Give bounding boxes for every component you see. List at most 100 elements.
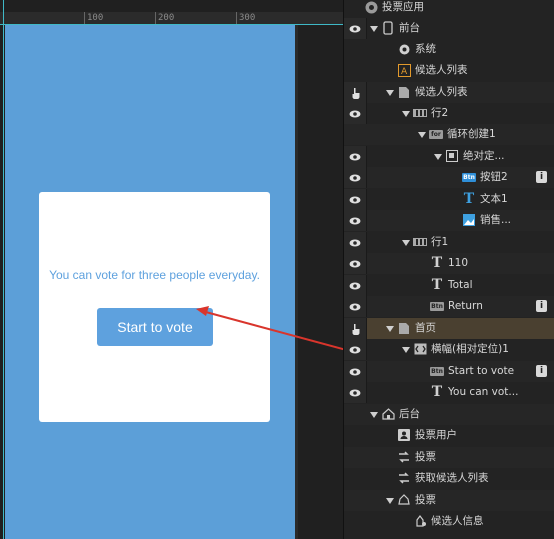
layer-text1[interactable]: T 文本1 (344, 189, 554, 210)
visibility-toggle[interactable] (344, 210, 367, 231)
layer-vote-api[interactable]: 投票 (344, 447, 554, 468)
banner-icon (413, 342, 427, 356)
ruler-tick-100: 100 (87, 13, 104, 23)
layer-label: 销售... (480, 214, 512, 226)
layer-text-110[interactable]: T 110 (344, 253, 554, 274)
layer-label: 投票应用 (382, 1, 424, 13)
layer-vote-group[interactable]: 投票 (344, 490, 554, 511)
layer-panel[interactable]: 投票应用 前台 系统 A 候选人列表 候选人列表 行2 for 循环创建1 绝对… (343, 0, 554, 539)
visibility-toggle[interactable] (344, 232, 367, 253)
expand-arrow-icon[interactable] (370, 412, 378, 418)
ruler-tick-200: 200 (158, 13, 175, 23)
layer-app[interactable]: 投票应用 (344, 0, 554, 18)
layer-candidate-list-page[interactable]: 候选人列表 (344, 82, 554, 103)
start-to-vote-button[interactable]: Start to vote (97, 308, 213, 346)
layer-label: 文本1 (480, 193, 508, 205)
eye-icon (349, 110, 361, 118)
layer-text-total[interactable]: T Total (344, 275, 554, 296)
button-component-icon: Btn (462, 172, 476, 182)
eye-icon (349, 217, 361, 225)
expand-arrow-icon[interactable] (402, 111, 410, 117)
layer-label: 行2 (431, 107, 449, 119)
text-component-icon: T (431, 255, 443, 271)
expand-arrow-icon[interactable] (370, 26, 378, 32)
visibility-toggle[interactable] (344, 296, 367, 317)
layer-candidate-info[interactable]: 候选人信息 (344, 511, 554, 532)
card-text[interactable]: You can vote for three people everyday. (39, 268, 270, 283)
user-table-icon (397, 428, 411, 442)
eye-icon (349, 368, 361, 376)
expand-arrow-icon[interactable] (402, 240, 410, 246)
visibility-toggle[interactable] (344, 103, 367, 124)
visibility-toggle[interactable] (344, 275, 367, 296)
layer-sales[interactable]: 销售... (344, 210, 554, 231)
layer-absolute-position[interactable]: 绝对定... (344, 146, 554, 167)
layer-label: 110 (448, 257, 469, 269)
layer-button2[interactable]: Btn 按钮2 i (344, 167, 554, 188)
hand-pointer-icon (350, 323, 361, 335)
layer-label: 系统 (415, 43, 436, 55)
info-icon[interactable]: i (536, 365, 547, 377)
text-component-icon: T (431, 384, 443, 400)
layer-label: 首页 (415, 322, 436, 334)
layer-label: 候选人列表 (415, 64, 468, 76)
expand-arrow-icon[interactable] (386, 90, 394, 96)
button-component-icon: Btn (430, 366, 444, 376)
image-component-icon (462, 213, 476, 227)
layer-system[interactable]: 系统 (344, 39, 554, 60)
visibility-toggle[interactable] (344, 361, 367, 382)
eye-icon (349, 153, 361, 161)
layer-get-candidate-list[interactable]: 获取候选人列表 (344, 468, 554, 489)
interaction-toggle[interactable] (344, 82, 367, 103)
banner-card[interactable]: You can vote for three people everyday. … (39, 192, 270, 422)
design-canvas[interactable]: 100 200 300 You can vote for three peopl… (0, 0, 343, 539)
layer-row2[interactable]: 行2 (344, 103, 554, 124)
for-loop-icon: for (429, 127, 443, 141)
visibility-toggle[interactable] (344, 382, 367, 403)
layer-button-return[interactable]: Btn Return i (344, 296, 554, 317)
info-icon[interactable]: i (536, 300, 547, 312)
layer-frontend[interactable]: 前台 (344, 18, 554, 39)
expand-arrow-icon[interactable] (386, 326, 394, 332)
cloud-function-icon (397, 493, 411, 507)
expand-arrow-icon[interactable] (418, 132, 426, 138)
info-icon[interactable]: i (536, 171, 547, 183)
expand-arrow-icon[interactable] (434, 154, 442, 160)
expand-arrow-icon[interactable] (402, 347, 410, 353)
expand-arrow-icon[interactable] (386, 498, 394, 504)
visibility-toggle[interactable] (344, 18, 367, 39)
layer-button-start-to-vote[interactable]: Btn Start to vote i (344, 361, 554, 382)
visibility-toggle[interactable] (344, 146, 367, 167)
ruler-tick-300: 300 (239, 13, 256, 23)
phone-edge (295, 25, 298, 539)
page-icon (397, 85, 411, 99)
layer-label: 绝对定... (463, 150, 505, 162)
layer-label: 前台 (399, 22, 420, 34)
layer-home-page[interactable]: 首页 (344, 318, 554, 339)
visibility-toggle[interactable] (344, 253, 367, 274)
visibility-toggle[interactable] (344, 189, 367, 210)
absolute-layout-icon (445, 149, 459, 163)
svg-text:A: A (401, 67, 408, 77)
hand-pointer-icon (350, 87, 361, 99)
layer-banner[interactable]: 横幅(相对定位)1 (344, 339, 554, 360)
layer-row1[interactable]: 行1 (344, 232, 554, 253)
interaction-toggle[interactable] (344, 318, 367, 339)
row-icon (413, 235, 427, 249)
eye-icon (349, 389, 361, 397)
layer-backend[interactable]: 后台 (344, 404, 554, 425)
eye-icon (349, 25, 361, 33)
visibility-toggle[interactable] (344, 167, 367, 188)
vertical-guide-line[interactable] (3, 0, 4, 539)
layer-vote-user[interactable]: 投票用户 (344, 425, 554, 446)
layer-candidate-list-data[interactable]: A 候选人列表 (344, 60, 554, 81)
layer-loop-create[interactable]: for 循环创建1 (344, 124, 554, 145)
home-icon (381, 407, 395, 421)
eye-icon (349, 303, 361, 311)
api-icon (397, 471, 411, 485)
phone-screen[interactable]: You can vote for three people everyday. … (5, 25, 295, 539)
visibility-toggle[interactable] (344, 339, 367, 360)
layer-text-you-can-vote[interactable]: T You can vot... (344, 382, 554, 403)
layer-label: You can vot... (448, 386, 519, 398)
app-icon (364, 0, 378, 14)
